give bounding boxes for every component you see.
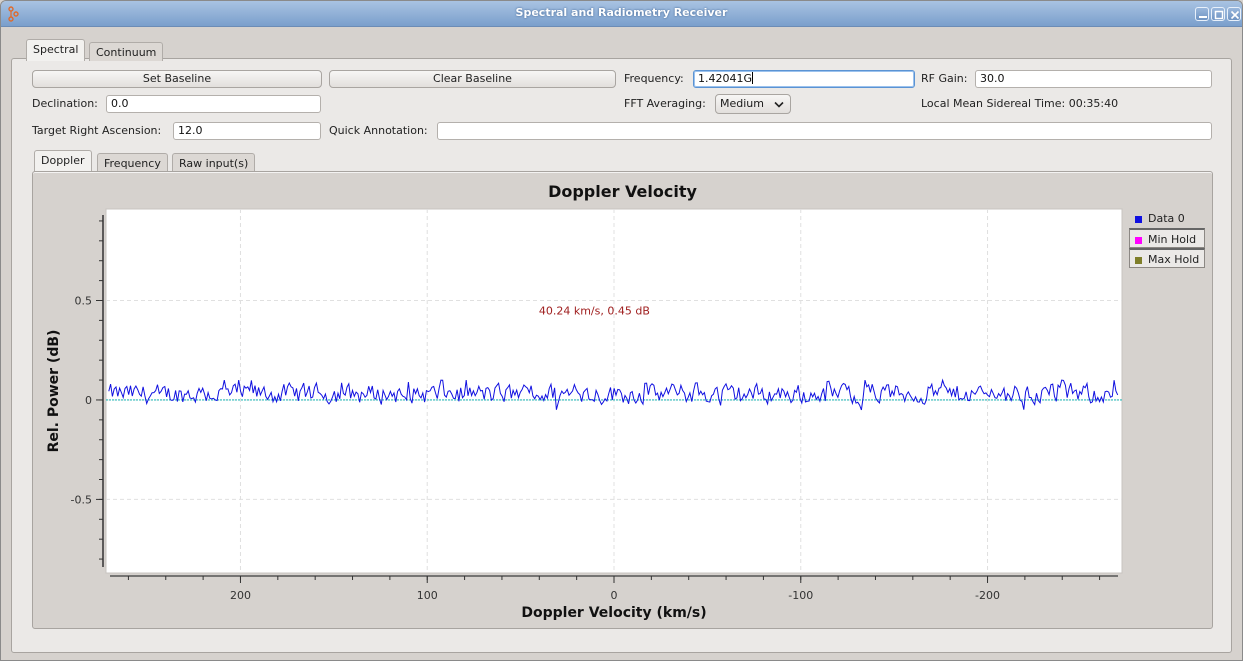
- x-tick-label: 200: [230, 589, 251, 602]
- maximize-icon: [1214, 10, 1224, 20]
- legend-swatch-min-hold: [1135, 237, 1142, 244]
- quick-annotation-label: Quick Annotation:: [329, 124, 428, 137]
- x-tick-label: -100: [788, 589, 813, 602]
- fft-averaging-label: FFT Averaging:: [624, 97, 706, 110]
- tab-continuum[interactable]: Continuum: [89, 42, 164, 61]
- text-caret: [752, 72, 754, 84]
- chevron-down-icon: [774, 101, 784, 108]
- y-tick-label: 0.5: [75, 294, 93, 307]
- y-axis-label: Rel. Power (dB): [46, 330, 62, 453]
- x-tick-label: 0: [611, 589, 618, 602]
- legend-item-min-hold[interactable]: Min Hold: [1129, 228, 1205, 248]
- legend-item-data0[interactable]: Data 0: [1129, 208, 1205, 228]
- set-baseline-button[interactable]: Set Baseline: [32, 70, 322, 88]
- cursor-annotation: 40.24 km/s, 0.45 dB: [539, 304, 650, 317]
- doppler-velocity-chart[interactable]: 0.50-0.5200 100 0 -100 -200Doppler Velocity …: [33, 172, 1214, 630]
- window-title: Spectral and Radiometry Receiver: [515, 6, 728, 19]
- tab-doppler[interactable]: Doppler: [34, 150, 92, 172]
- chart-legend: Data 0 Min Hold Max Hold: [1129, 208, 1205, 268]
- legend-label-max-hold: Max Hold: [1148, 253, 1200, 266]
- rf-gain-input[interactable]: 30.0: [975, 70, 1212, 88]
- tab-raw-inputs[interactable]: Raw input(s): [172, 153, 256, 172]
- maximize-button[interactable]: [1211, 7, 1225, 21]
- frequency-label: Frequency:: [624, 72, 684, 85]
- app-window: Spectral and Radiometry Receiver Spectra…: [0, 0, 1243, 661]
- tab-frequency[interactable]: Frequency: [97, 153, 168, 172]
- doppler-chart-panel: Doppler Velocity 0.5 0 -0.5 200 100 0 -100 -200…: [32, 171, 1213, 629]
- fft-averaging-value: Medium: [720, 97, 764, 110]
- y-tick-label: 0: [85, 394, 92, 407]
- fft-averaging-select[interactable]: Medium: [715, 94, 791, 114]
- x-tick-label: 100: [417, 589, 438, 602]
- target-ra-label: Target Right Ascension:: [32, 124, 162, 137]
- y-tick-label: -0.5: [71, 493, 92, 506]
- frequency-value: 1.42041G: [698, 72, 753, 85]
- quick-annotation-input[interactable]: [437, 122, 1212, 140]
- minimize-icon: [1199, 16, 1207, 18]
- legend-label-data0: Data 0: [1148, 212, 1185, 225]
- declination-input[interactable]: 0.0: [106, 95, 321, 113]
- frequency-input[interactable]: 1.42041G: [693, 70, 915, 88]
- tab-spectral[interactable]: Spectral: [26, 39, 86, 61]
- x-axis-label: Doppler Velocity (km/s): [521, 605, 706, 621]
- legend-item-max-hold[interactable]: Max Hold: [1129, 248, 1205, 268]
- x-tick-label: -200: [975, 589, 1000, 602]
- close-button[interactable]: [1227, 7, 1241, 21]
- rf-gain-label: RF Gain:: [921, 72, 968, 85]
- lmst-readout: Local Mean Sidereal Time: 00:35:40: [921, 97, 1119, 110]
- legend-swatch-max-hold: [1135, 257, 1142, 264]
- legend-label-min-hold: Min Hold: [1148, 233, 1197, 246]
- minimize-button[interactable]: [1195, 7, 1209, 21]
- declination-label: Declination:: [32, 97, 98, 110]
- clear-baseline-button[interactable]: Clear Baseline: [329, 70, 616, 88]
- legend-swatch-data0: [1135, 216, 1142, 223]
- close-icon: [1230, 10, 1240, 20]
- title-bar[interactable]: Spectral and Radiometry Receiver: [1, 1, 1242, 27]
- target-ra-input[interactable]: 12.0: [173, 122, 321, 140]
